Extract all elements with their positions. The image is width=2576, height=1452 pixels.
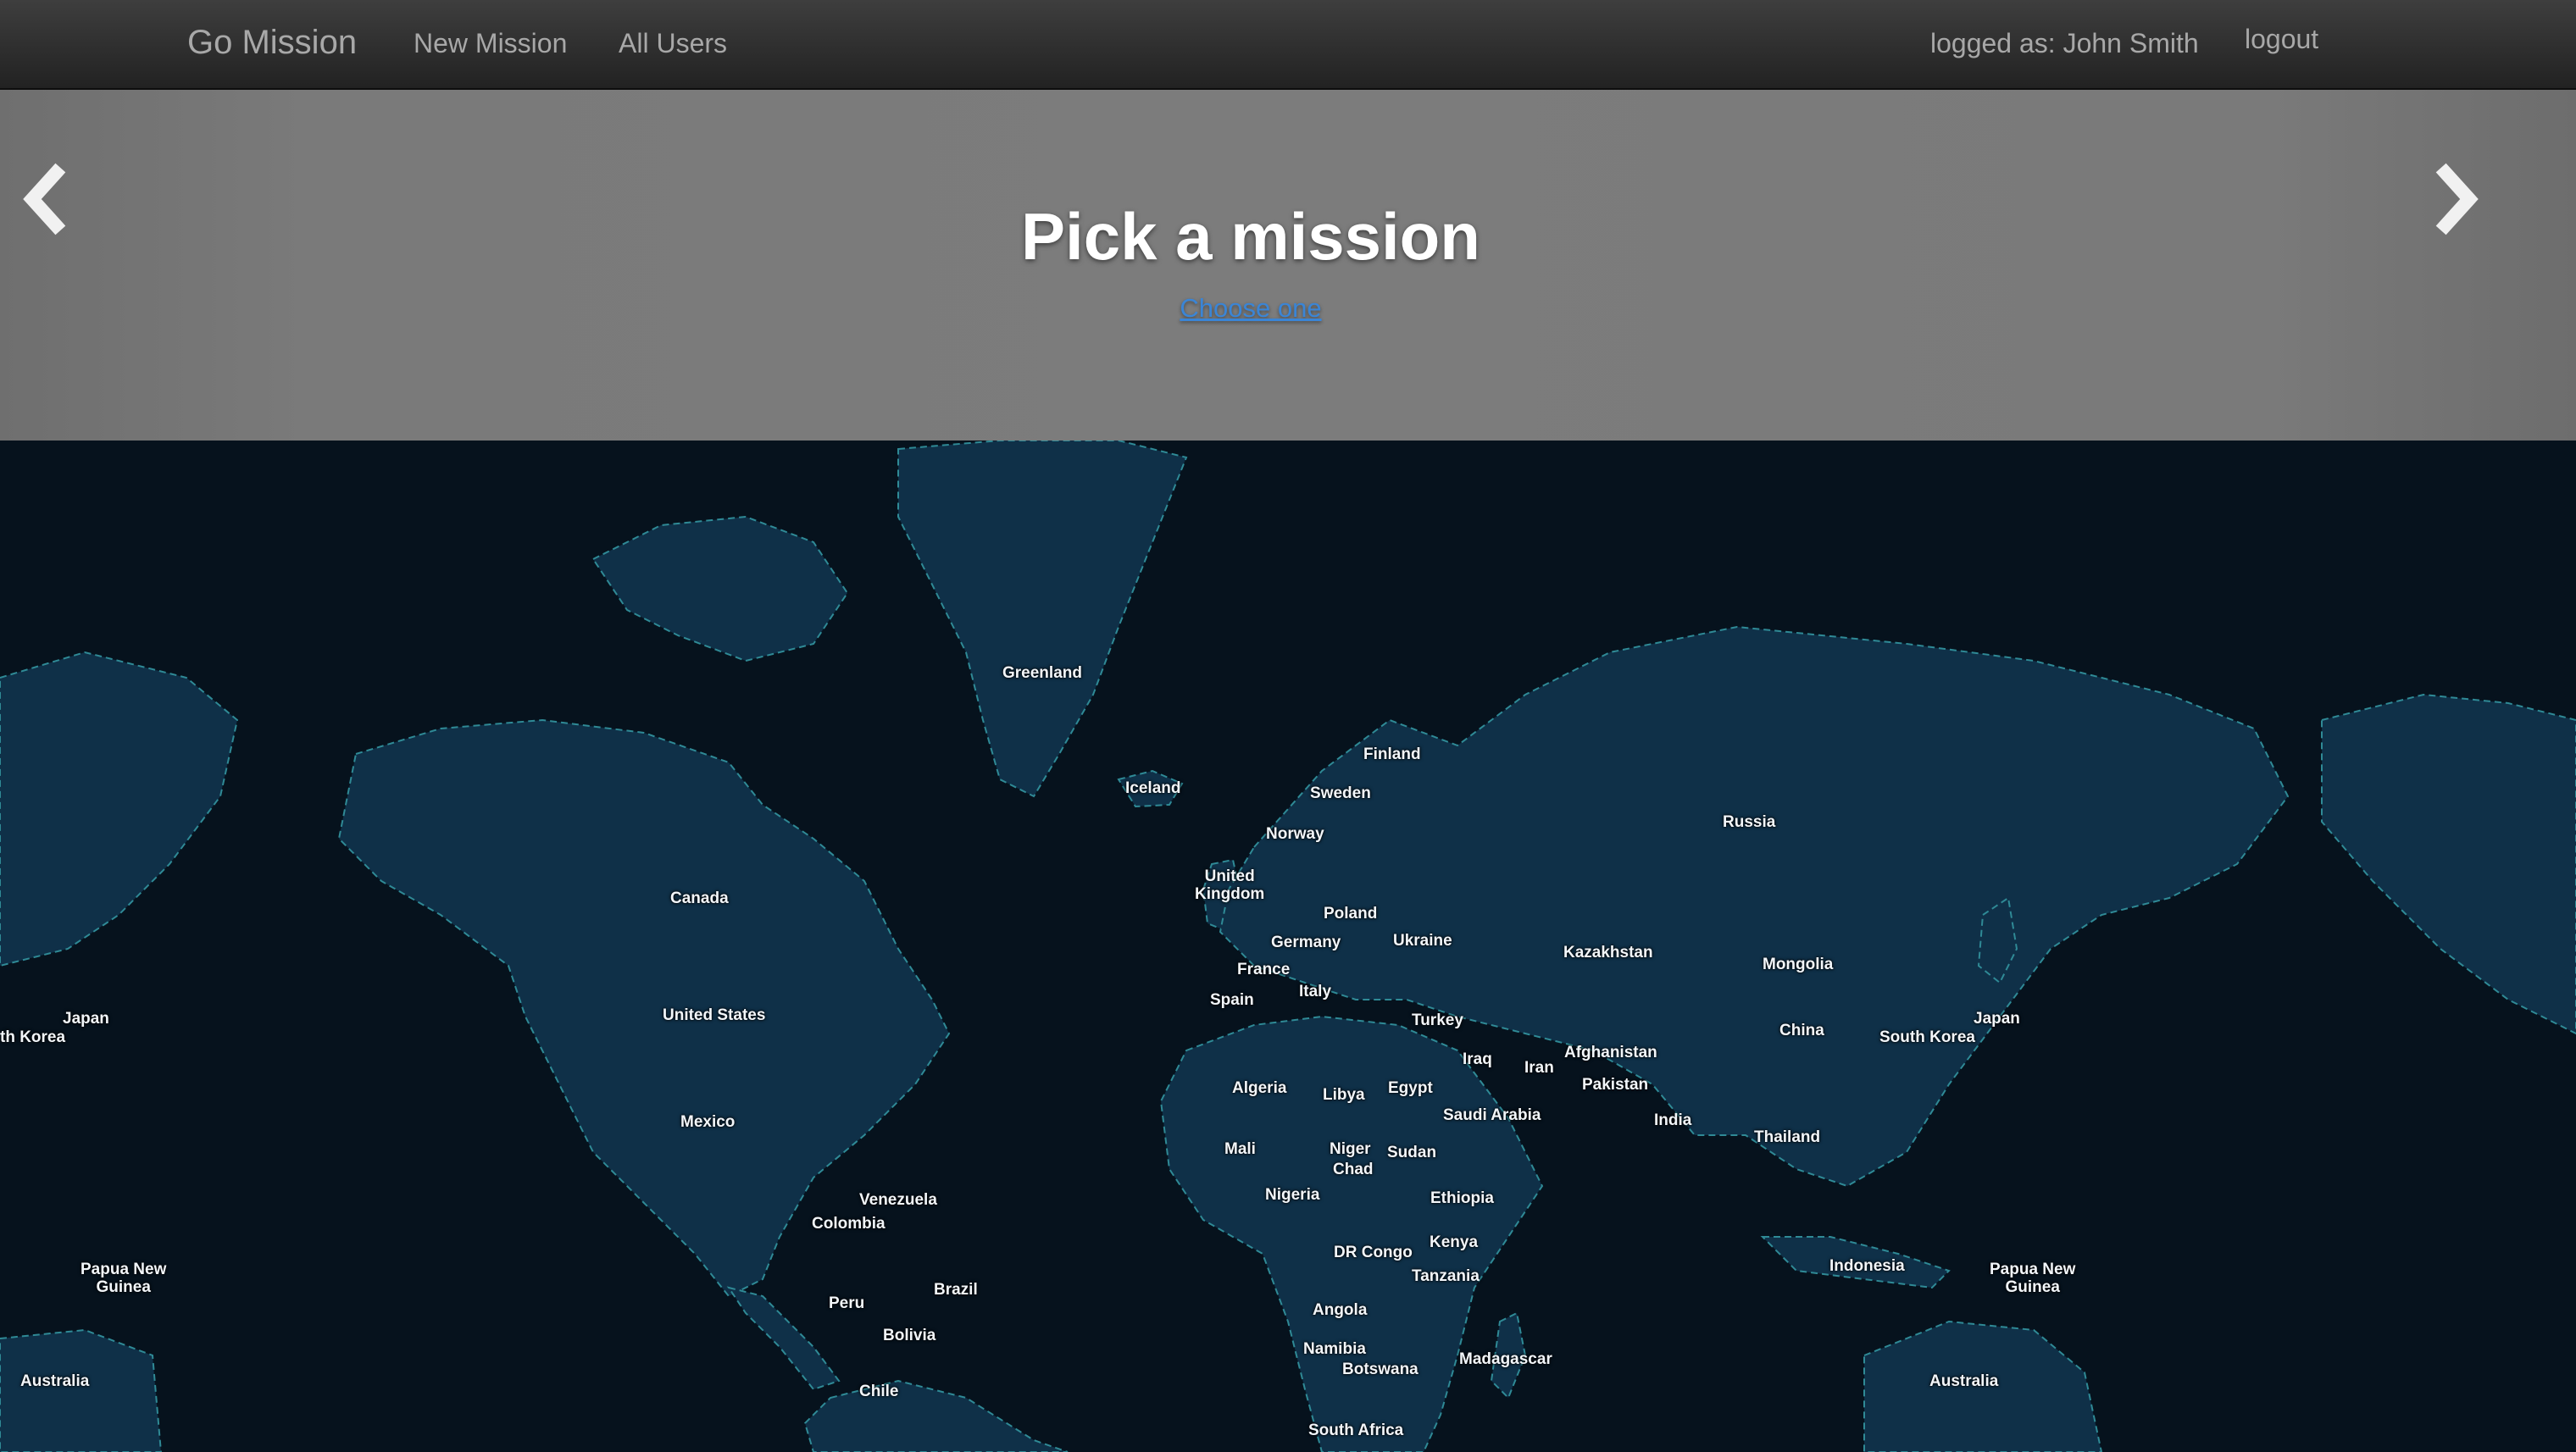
country-label-tanzania[interactable]: Tanzania <box>1412 1267 1480 1285</box>
country-label-australia-left[interactable]: Australia <box>20 1372 89 1390</box>
country-label-sudan[interactable]: Sudan <box>1387 1144 1436 1161</box>
nav-new-mission-link[interactable]: New Mission <box>414 27 567 59</box>
world-map[interactable]: Greenland Iceland Finland Sweden Norway … <box>0 441 2576 1452</box>
country-label-italy[interactable]: Italy <box>1299 983 1331 1000</box>
country-label-ethiopia[interactable]: Ethiopia <box>1430 1189 1494 1207</box>
country-label-mali[interactable]: Mali <box>1224 1140 1256 1158</box>
country-label-south-korea-right[interactable]: South Korea <box>1879 1028 1975 1046</box>
country-label-japan-left[interactable]: Japan <box>63 1010 109 1028</box>
central-america-shape <box>726 1286 841 1391</box>
country-label-australia-right[interactable]: Australia <box>1929 1372 1998 1390</box>
country-label-south-korea-left[interactable]: th Korea <box>0 1028 65 1046</box>
logout-link[interactable]: logout <box>2245 23 2318 55</box>
country-label-iraq[interactable]: Iraq <box>1463 1050 1492 1068</box>
country-label-kenya[interactable]: Kenya <box>1430 1233 1478 1251</box>
country-label-niger[interactable]: Niger <box>1330 1140 1371 1158</box>
country-label-angola[interactable]: Angola <box>1313 1301 1367 1319</box>
mission-carousel: Pick a mission Choose one <box>0 90 2576 441</box>
country-label-afghanistan[interactable]: Afghanistan <box>1564 1044 1657 1061</box>
country-label-botswana[interactable]: Botswana <box>1342 1361 1418 1378</box>
country-label-mongolia[interactable]: Mongolia <box>1763 956 1833 973</box>
country-label-papua-new-guinea-left[interactable]: Papua New Guinea <box>80 1261 166 1296</box>
country-label-thailand[interactable]: Thailand <box>1754 1128 1820 1146</box>
country-label-iran[interactable]: Iran <box>1524 1059 1554 1077</box>
africa-shape <box>1159 1015 1544 1452</box>
country-label-chile[interactable]: Chile <box>859 1383 898 1400</box>
south-america-shape <box>803 1379 1069 1452</box>
country-label-turkey[interactable]: Turkey <box>1412 1011 1463 1029</box>
country-label-indonesia[interactable]: Indonesia <box>1829 1257 1905 1275</box>
country-label-russia[interactable]: Russia <box>1723 813 1775 831</box>
country-label-finland[interactable]: Finland <box>1363 745 1421 763</box>
carousel-title: Pick a mission <box>1021 199 1480 274</box>
country-label-norway[interactable]: Norway <box>1266 825 1324 843</box>
country-label-france[interactable]: France <box>1237 961 1290 978</box>
country-label-canada[interactable]: Canada <box>670 889 729 907</box>
country-label-peru[interactable]: Peru <box>829 1294 864 1312</box>
country-label-germany[interactable]: Germany <box>1271 934 1341 951</box>
country-label-india[interactable]: India <box>1654 1111 1691 1129</box>
country-label-egypt[interactable]: Egypt <box>1388 1079 1433 1097</box>
nav-all-users-link[interactable]: All Users <box>619 27 727 59</box>
country-label-spain[interactable]: Spain <box>1210 991 1254 1009</box>
country-label-iceland[interactable]: Iceland <box>1125 779 1180 797</box>
country-label-pakistan[interactable]: Pakistan <box>1582 1076 1648 1094</box>
country-label-greenland[interactable]: Greenland <box>1002 664 1082 682</box>
left-asia-shape <box>0 651 239 967</box>
country-label-algeria[interactable]: Algeria <box>1232 1079 1286 1097</box>
country-label-china[interactable]: China <box>1779 1022 1824 1039</box>
country-label-namibia[interactable]: Namibia <box>1303 1340 1366 1358</box>
country-label-sweden[interactable]: Sweden <box>1310 784 1371 802</box>
country-label-ukraine[interactable]: Ukraine <box>1393 932 1452 950</box>
greenland-shape <box>897 441 1188 798</box>
country-label-mexico[interactable]: Mexico <box>680 1113 735 1131</box>
australia-left-shape <box>0 1328 163 1452</box>
country-label-bolivia[interactable]: Bolivia <box>883 1327 935 1344</box>
country-label-libya[interactable]: Libya <box>1323 1086 1365 1104</box>
country-label-chad[interactable]: Chad <box>1333 1161 1374 1178</box>
north-america-shape <box>337 718 951 1298</box>
country-label-papua-new-guinea-right[interactable]: Papua New Guinea <box>1990 1261 2075 1296</box>
country-label-japan-right[interactable]: Japan <box>1974 1010 2020 1028</box>
top-navbar: Go Mission New Mission All Users logged … <box>0 0 2576 90</box>
arctic-islands-shape <box>591 515 849 662</box>
country-label-south-africa[interactable]: South Africa <box>1308 1422 1403 1439</box>
right-america-shape <box>2321 693 2576 1035</box>
country-label-colombia[interactable]: Colombia <box>812 1215 886 1233</box>
choose-one-link[interactable]: Choose one <box>0 293 2501 324</box>
country-label-dr-congo[interactable]: DR Congo <box>1334 1244 1413 1261</box>
country-label-brazil[interactable]: Brazil <box>934 1281 978 1299</box>
country-label-madagascar[interactable]: Madagascar <box>1459 1350 1552 1368</box>
country-label-venezuela[interactable]: Venezuela <box>859 1191 937 1209</box>
country-label-united-states[interactable]: United States <box>663 1006 765 1024</box>
country-label-united-kingdom[interactable]: United Kingdom <box>1195 867 1264 903</box>
brand-link[interactable]: Go Mission <box>187 22 357 63</box>
country-label-kazakhstan[interactable]: Kazakhstan <box>1563 944 1653 962</box>
country-label-poland[interactable]: Poland <box>1324 905 1377 923</box>
country-label-saudi-arabia[interactable]: Saudi Arabia <box>1443 1106 1541 1124</box>
country-label-nigeria[interactable]: Nigeria <box>1265 1186 1319 1204</box>
logged-user-label: logged as: John Smith <box>1930 28 2199 58</box>
